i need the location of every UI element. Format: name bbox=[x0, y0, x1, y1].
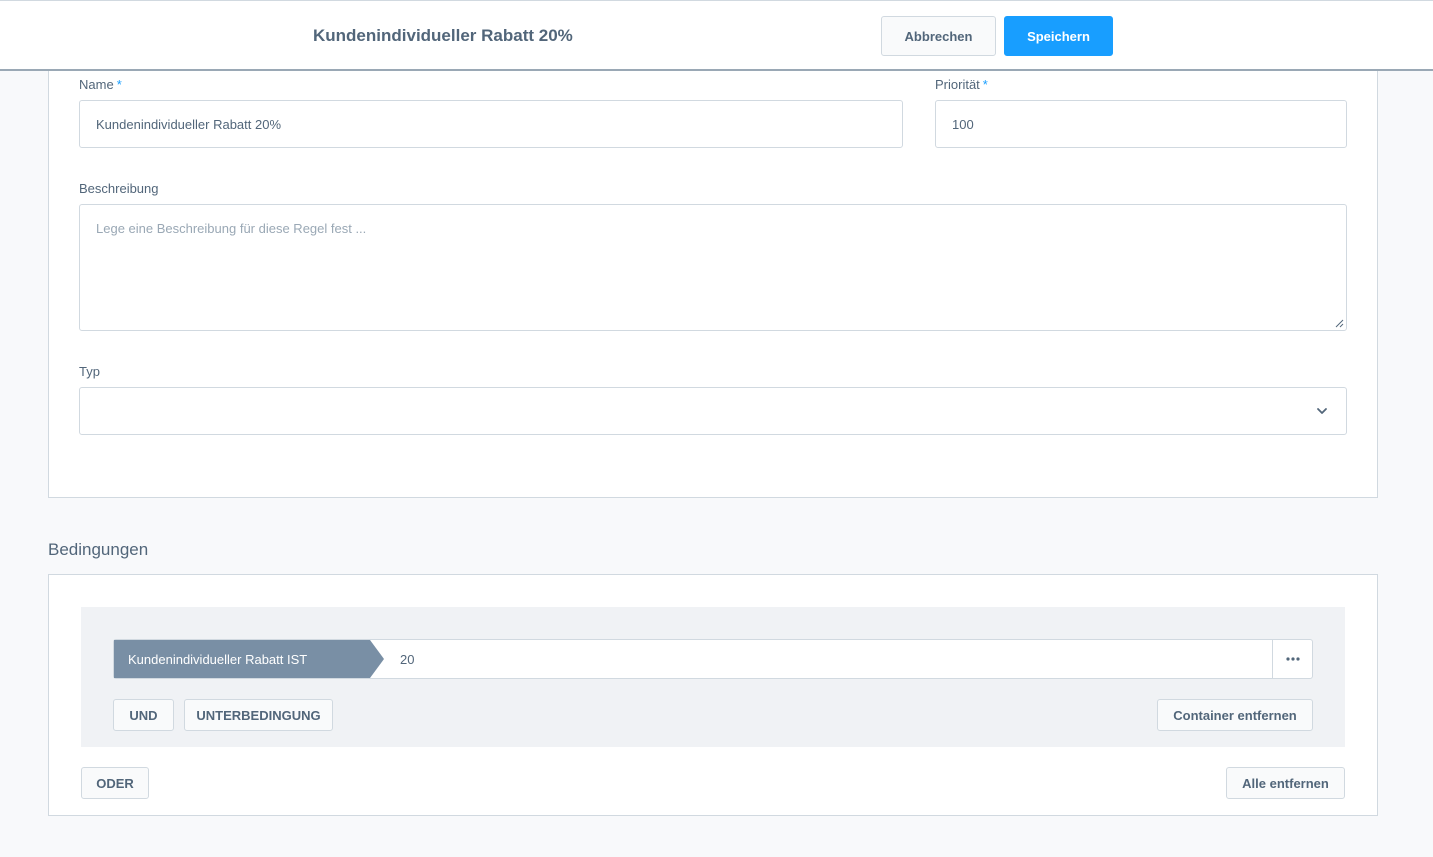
condition-menu-button[interactable] bbox=[1272, 640, 1312, 678]
description-placeholder: Lege eine Beschreibung für diese Regel f… bbox=[96, 221, 367, 236]
more-dots-icon bbox=[1285, 657, 1300, 661]
name-label-text: Name bbox=[79, 77, 114, 92]
required-marker: * bbox=[116, 77, 122, 92]
conditions-section-title: Bedingungen bbox=[48, 540, 149, 559]
remove-container-button[interactable]: Container entfernen bbox=[1157, 699, 1313, 731]
priority-label-text: Priorität bbox=[935, 77, 980, 92]
priority-input[interactable]: 100 bbox=[935, 100, 1347, 148]
cancel-button[interactable]: Abbrechen bbox=[881, 16, 996, 56]
name-label: Name * bbox=[79, 77, 122, 92]
or-button[interactable]: ODER bbox=[81, 767, 149, 799]
required-marker: * bbox=[982, 77, 988, 92]
description-textarea[interactable]: Lege eine Beschreibung für diese Regel f… bbox=[79, 204, 1347, 331]
condition-value[interactable]: 20 bbox=[400, 640, 414, 678]
condition-type[interactable]: Kundenindividueller Rabatt IST bbox=[114, 640, 384, 678]
remove-all-button[interactable]: Alle entfernen bbox=[1226, 767, 1345, 799]
name-input[interactable]: Kundenindividueller Rabatt 20% bbox=[79, 100, 903, 148]
priority-label: Priorität * bbox=[935, 77, 988, 92]
top-bar: Kundenindividueller Rabatt 20% Abbrechen… bbox=[0, 0, 1433, 71]
type-select[interactable] bbox=[79, 387, 1347, 435]
page-title: Kundenindividueller Rabatt 20% bbox=[313, 26, 573, 45]
description-label: Beschreibung bbox=[79, 181, 159, 196]
save-button[interactable]: Speichern bbox=[1004, 16, 1113, 56]
resize-handle-icon[interactable] bbox=[1335, 319, 1344, 328]
chevron-down-icon bbox=[1317, 408, 1327, 414]
and-button[interactable]: UND bbox=[113, 699, 174, 731]
subcondition-button[interactable]: UNTERBEDINGUNG bbox=[184, 699, 333, 731]
type-label: Typ bbox=[79, 364, 100, 379]
condition-row: Kundenindividueller Rabatt IST 20 bbox=[113, 639, 1313, 679]
